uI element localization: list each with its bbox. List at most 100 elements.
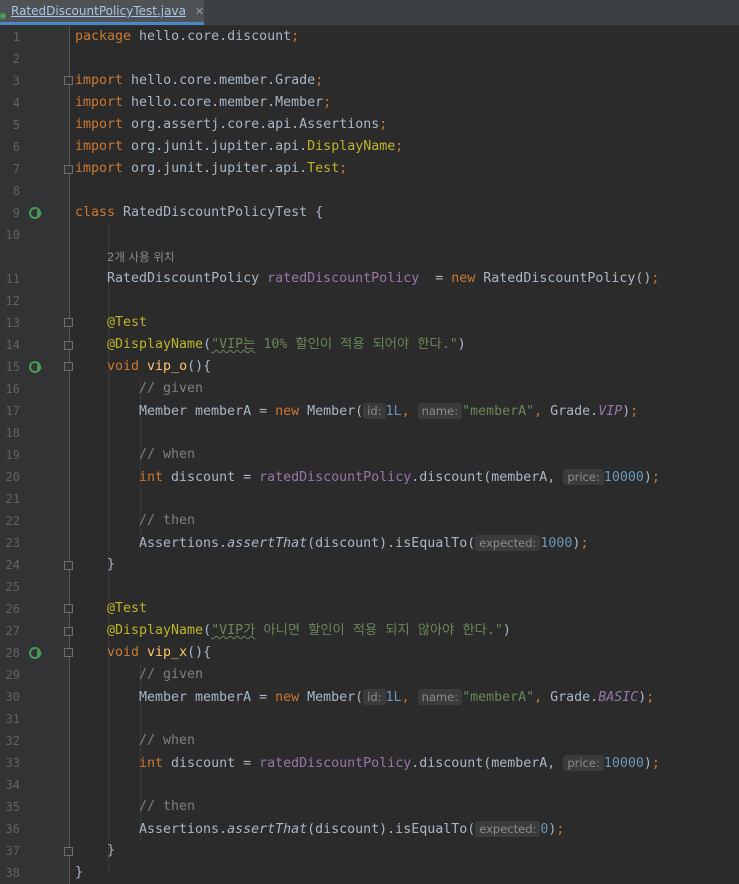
fold-toggle-icon[interactable] xyxy=(64,847,73,856)
code-text[interactable]: import org.assertj.core.api.Assertions; xyxy=(75,114,387,136)
code-token: Member memberA = xyxy=(139,404,276,419)
code-token: Member( xyxy=(299,404,364,419)
code-text[interactable]: package hello.core.discount; xyxy=(75,26,299,48)
line-number: 22 xyxy=(5,514,20,528)
fold-toggle-icon[interactable] xyxy=(64,561,73,570)
code-text[interactable]: void vip_o(){ xyxy=(107,356,211,378)
code-text[interactable]: // when xyxy=(139,730,195,752)
code-text[interactable]: int discount = ratedDiscountPolicy.disco… xyxy=(139,466,660,489)
code-token: // then xyxy=(139,513,196,528)
code-token: // then xyxy=(139,799,196,814)
line-number: 33 xyxy=(5,756,20,770)
code-token: "memberA" xyxy=(462,404,535,419)
code-token: import xyxy=(75,161,124,176)
line-number: 21 xyxy=(5,492,20,506)
line-number: 17 xyxy=(5,404,20,418)
code-token: package xyxy=(75,29,132,44)
line-number: 23 xyxy=(5,536,20,550)
code-text[interactable]: // then xyxy=(139,796,195,818)
code-line-36: 36 Assertions.assertThat(discount).isEqu… xyxy=(0,818,739,840)
code-line-22: 22 // then xyxy=(0,510,739,532)
code-text[interactable]: Member memberA = new Member(id: 1L, name:… xyxy=(139,686,654,709)
editor-tab-bar: RatedDiscountPolicyTest.java ✕ xyxy=(0,0,739,26)
fold-toggle-icon[interactable] xyxy=(64,341,73,350)
code-token: = xyxy=(419,271,452,286)
code-text[interactable]: @DisplayName("VIP가 아니면 할인이 적용 되지 않아야 한다.… xyxy=(107,620,511,642)
fold-toggle-icon[interactable] xyxy=(64,627,73,636)
code-text[interactable]: class RatedDiscountPolicyTest { xyxy=(75,202,323,224)
code-text[interactable]: import hello.core.member.Member; xyxy=(75,92,331,114)
code-text[interactable]: @DisplayName("VIP는 10% 할인이 적용 되어야 한다.") xyxy=(107,334,466,356)
code-text[interactable]: @Test xyxy=(107,312,147,334)
code-text[interactable]: void vip_x(){ xyxy=(107,642,211,664)
code-line-5: 5 import org.assertj.core.api.Assertions… xyxy=(0,114,739,136)
line-number: 37 xyxy=(5,844,20,858)
code-text[interactable]: RatedDiscountPolicy ratedDiscountPolicy … xyxy=(107,268,659,290)
line-number: 29 xyxy=(5,668,20,682)
param-hint: name: xyxy=(417,403,463,419)
code-line-15: 15 void vip_o(){ xyxy=(0,356,739,378)
code-line-38: 38 } xyxy=(0,862,739,884)
code-token: RatedDiscountPolicy xyxy=(107,271,268,286)
code-text[interactable]: Assertions.assertThat(discount).isEqualT… xyxy=(139,818,564,841)
code-text[interactable]: } xyxy=(75,862,83,884)
code-text[interactable]: import hello.core.member.Grade; xyxy=(75,70,323,92)
run-test-icon[interactable] xyxy=(29,646,43,660)
fold-toggle-icon[interactable] xyxy=(64,76,73,85)
code-text[interactable]: Assertions.assertThat(discount).isEqualT… xyxy=(139,532,588,555)
code-token: ; xyxy=(630,404,639,419)
code-line-4: 4 import hello.core.member.Member; xyxy=(0,92,739,114)
code-line-21: 21 xyxy=(0,488,739,510)
fold-toggle-icon[interactable] xyxy=(64,362,73,371)
code-token: Member( xyxy=(299,690,364,705)
code-text[interactable]: } xyxy=(107,840,115,862)
code-line-20: 20 int discount = ratedDiscountPolicy.di… xyxy=(0,466,739,488)
code-token: ( xyxy=(203,623,212,638)
code-line-33: 33 int discount = ratedDiscountPolicy.di… xyxy=(0,752,739,774)
line-number: 4 xyxy=(12,96,20,110)
code-text[interactable]: @Test xyxy=(107,598,147,620)
code-token: 10% 할인이 적용 되어야 한다." xyxy=(255,337,458,352)
code-token: // when xyxy=(139,733,196,748)
code-token: @Test xyxy=(107,601,148,616)
code-text[interactable]: Member memberA = new Member(id: 1L, name:… xyxy=(139,400,638,423)
code-text[interactable]: // given xyxy=(139,378,203,400)
code-text[interactable]: 2개 사용 위치 xyxy=(107,246,175,269)
code-token: assertThat xyxy=(227,536,308,551)
line-number: 18 xyxy=(5,426,20,440)
code-text[interactable]: // then xyxy=(139,510,195,532)
code-line-13: 13 @Test xyxy=(0,312,739,334)
code-token: discount = xyxy=(163,756,260,771)
usage-count-hint[interactable]: 2개 사용 위치 xyxy=(107,250,175,264)
code-token: .discount(memberA, xyxy=(411,470,564,485)
fold-toggle-icon[interactable] xyxy=(64,648,73,657)
code-line-18: 18 xyxy=(0,422,739,444)
code-token: ratedDiscountPolicy xyxy=(259,470,412,485)
line-number: 11 xyxy=(5,272,20,286)
code-text[interactable]: } xyxy=(107,554,115,576)
code-token: Grade. xyxy=(550,404,599,419)
run-test-icon[interactable] xyxy=(29,206,43,220)
code-line-10: 10 xyxy=(0,224,739,246)
code-token: Member memberA = xyxy=(139,690,276,705)
code-token: ; xyxy=(580,536,589,551)
fold-toggle-icon[interactable] xyxy=(64,165,73,174)
run-test-icon[interactable] xyxy=(29,360,43,374)
code-token: Test xyxy=(307,161,340,176)
code-token: ; xyxy=(323,95,332,110)
code-line-26: 26 @Test xyxy=(0,598,739,620)
fold-toggle-icon[interactable] xyxy=(64,318,73,327)
code-text[interactable]: // when xyxy=(139,444,195,466)
code-text[interactable]: import org.junit.jupiter.api.Test; xyxy=(75,158,347,180)
code-token: ; xyxy=(651,271,660,286)
line-number: 14 xyxy=(5,338,20,352)
tab-rateddiscountpolicytest[interactable]: RatedDiscountPolicyTest.java ✕ xyxy=(0,0,204,25)
code-text[interactable]: import org.junit.jupiter.api.DisplayName… xyxy=(75,136,403,158)
code-token: ratedDiscountPolicy xyxy=(267,271,420,286)
fold-toggle-icon[interactable] xyxy=(64,604,73,613)
code-text[interactable]: // given xyxy=(139,664,203,686)
code-token: new xyxy=(275,404,300,419)
close-icon[interactable]: ✕ xyxy=(195,5,204,18)
param-hint: id: xyxy=(363,403,386,419)
code-text[interactable]: int discount = ratedDiscountPolicy.disco… xyxy=(139,752,660,775)
